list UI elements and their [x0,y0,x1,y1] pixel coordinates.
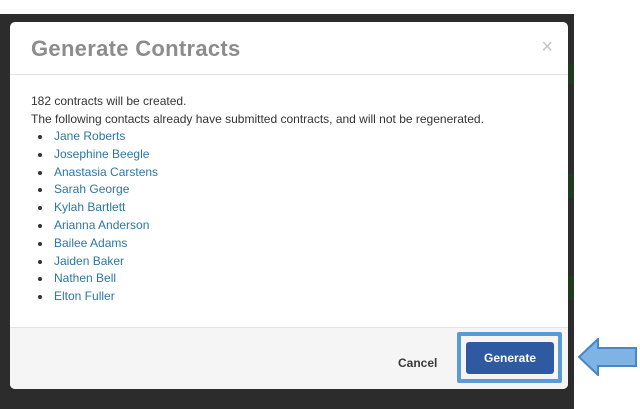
backdrop-stripe [568,64,574,84]
contact-link[interactable]: Nathen Bell [31,270,561,288]
note-text: The following contacts already have subm… [31,112,484,126]
modal-title: Generate Contracts [31,36,241,61]
generate-button[interactable]: Generate [466,342,554,374]
contact-list: Jane Roberts Josephine Beegle Anastasia Ca… [31,128,561,306]
modal-body: 182 contracts will be created. The follo… [31,94,561,306]
contact-link[interactable]: Jaiden Baker [31,253,561,271]
contact-link[interactable]: Arianna Anderson [31,217,561,235]
contact-link[interactable]: Kylah Bartlett [31,199,561,217]
cancel-button[interactable]: Cancel [398,356,437,370]
contact-link[interactable]: Anastasia Carstens [31,164,561,182]
contact-link[interactable]: Elton Fuller [31,288,561,306]
contact-link[interactable]: Bailee Adams [31,235,561,253]
contact-link[interactable]: Sarah George [31,181,561,199]
contact-link[interactable]: Jane Roberts [31,128,561,146]
contact-link[interactable]: Josephine Beegle [31,146,561,164]
backdrop-stripe [568,174,574,198]
pointer-arrow-icon [578,338,637,376]
close-icon[interactable]: × [541,36,553,59]
modal-header: Generate Contracts × [10,22,568,75]
summary-text: 182 contracts will be created. [31,94,187,108]
backdrop-stripe [568,276,574,300]
